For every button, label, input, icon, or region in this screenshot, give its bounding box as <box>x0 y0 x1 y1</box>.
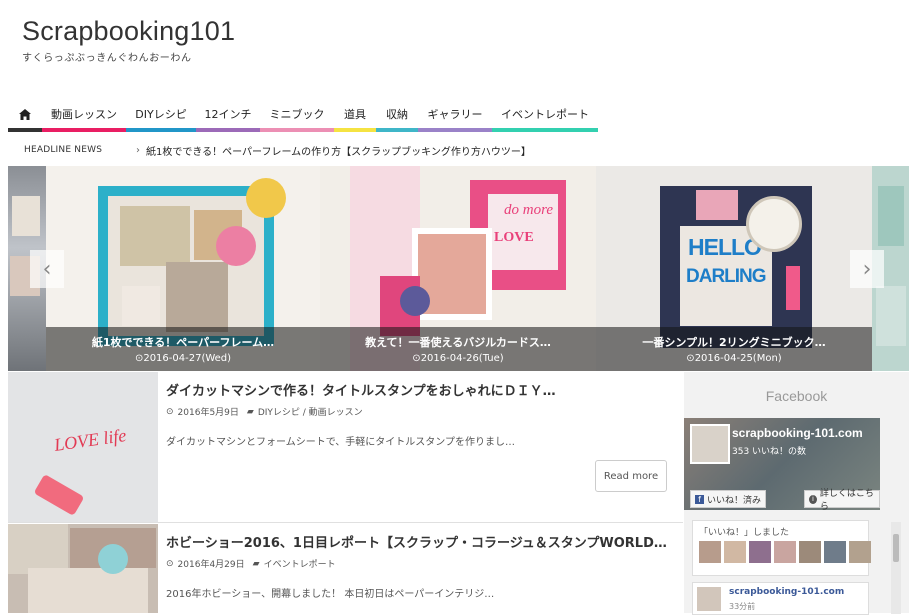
nav-item-home[interactable] <box>8 100 42 132</box>
sidebar-title: Facebook <box>765 388 828 404</box>
facebook-page-avatar[interactable] <box>690 424 730 464</box>
avatar[interactable] <box>749 541 771 563</box>
nav-item-minibook[interactable]: ミニブック <box>260 100 334 132</box>
clock-icon: ⊙ <box>166 406 174 417</box>
post-item: LOVE life ダイカットマシンで作る！タイトルスタンプをおしゃれにＤＩＹ…… <box>8 372 683 523</box>
slide-date: ⊙2016-04-26(Tue) <box>412 353 504 364</box>
slider-next-button[interactable]: › <box>850 250 884 288</box>
post-thumbnail[interactable] <box>8 524 158 613</box>
post-title[interactable]: ホビーショー2016、1日目レポート【スクラップ・コラージュ＆スタンプWORLD… <box>166 532 667 551</box>
clock-icon: ⊙ <box>412 353 421 364</box>
facebook-page-card[interactable]: scrapbooking-101.com 353 いいね！の数 f いいね！済み… <box>684 418 880 510</box>
liked-text: 「いいね！」しました <box>699 528 790 538</box>
clock-icon: ⊙ <box>166 558 174 569</box>
sidebar: Facebook scrapbooking-101.com 353 いいね！の数… <box>684 372 909 615</box>
post-category[interactable]: イベントレポート <box>264 557 336 570</box>
facebook-info-button[interactable]: i 詳しくはこちら <box>804 489 880 510</box>
post-item: ホビーショー2016、1日目レポート【スクラップ・コラージュ＆スタンプWORLD… <box>8 524 683 613</box>
post-excerpt: ダイカットマシンとフォームシートで、手軽にタイトルスタンプを作りまし… <box>166 437 515 448</box>
post-category[interactable]: DIYレシピ / 動画レッスン <box>258 405 363 418</box>
slider-prev-button[interactable]: ‹ <box>30 250 64 288</box>
slide-title[interactable]: 紙1枚でできる！ペーパーフレーム… <box>46 334 320 350</box>
facebook-page-link[interactable]: scrapbooking-101.com <box>729 587 844 597</box>
headline-link[interactable]: 紙1枚でできる！ペーパーフレームの作り方【スクラップブッキング作り方ハウツー】 <box>146 143 531 158</box>
global-nav: 動画レッスン DIYレシピ 12インチ ミニブック 道具 収納 ギャラリー イベ… <box>8 100 598 132</box>
avatar[interactable] <box>724 541 746 563</box>
slide-date: ⊙2016-04-25(Mon) <box>686 353 782 364</box>
avatar[interactable] <box>824 541 846 563</box>
thumb-text: LOVE life <box>52 425 128 455</box>
nav-item-gallery[interactable]: ギャラリー <box>418 100 492 132</box>
avatar[interactable] <box>697 587 721 611</box>
post-time: 33分前 <box>729 602 756 611</box>
slide-caption: 教えて！一番使えるバジルカードス… ⊙2016-04-26(Tue) <box>320 327 596 371</box>
read-more-button[interactable]: Read more <box>595 460 667 492</box>
headline-label: HEADLINE NEWS <box>24 145 103 155</box>
nav-item-video-lessons[interactable]: 動画レッスン <box>42 100 126 132</box>
chevron-right-icon: › <box>862 256 872 282</box>
chevron-right-icon: › <box>136 144 140 156</box>
facebook-like-count: 353 いいね！の数 <box>732 447 807 457</box>
post-excerpt: 2016年ホビーショー、開幕しました！ 本日初日はペーパーインテリジ… <box>166 589 495 600</box>
site-title[interactable]: Scrapbooking101 <box>22 16 235 47</box>
slide-2[interactable]: do more LOVE 教えて！一番使えるバジルカードス… ⊙2016-04-… <box>320 166 596 371</box>
nav-item-diy-recipes[interactable]: DIYレシピ <box>126 100 196 132</box>
slide-title[interactable]: 教えて！一番使えるバジルカードス… <box>320 334 596 350</box>
info-icon: i <box>809 494 817 504</box>
facebook-liked-button[interactable]: f いいね！済み <box>690 490 767 508</box>
facebook-post-preview: scrapbooking-101.com 33分前 <box>692 582 869 615</box>
scrollbar-thumb[interactable] <box>893 534 899 562</box>
facebook-scrollbar[interactable] <box>891 522 901 614</box>
avatar[interactable] <box>699 541 721 563</box>
chevron-left-icon: ‹ <box>42 256 52 282</box>
headline-news-bar: HEADLINE NEWS › 紙1枚でできる！ペーパーフレームの作り方【スクラ… <box>8 138 598 162</box>
site-branding: Scrapbooking101 すくらっぷぶっきんぐわんおーわん <box>22 16 235 64</box>
post-thumbnail[interactable]: LOVE life <box>8 372 158 522</box>
folder-icon: ▰ <box>246 406 254 417</box>
nav-item-tools[interactable]: 道具 <box>334 100 376 132</box>
post-title[interactable]: ダイカットマシンで作る！タイトルスタンプをおしゃれにＤＩＹ… <box>166 380 556 399</box>
post-meta: ⊙ 2016年5月9日 ▰ DIYレシピ / 動画レッスン <box>166 405 363 419</box>
clock-icon: ⊙ <box>686 353 695 364</box>
site-tagline: すくらっぷぶっきんぐわんおーわん <box>22 53 192 64</box>
slide-title[interactable]: 一番シンプル！2リングミニブック… <box>596 334 872 350</box>
nav-item-storage[interactable]: 収納 <box>376 100 418 132</box>
nav-item-event-reports[interactable]: イベントレポート <box>492 100 598 132</box>
slide-3[interactable]: HELLO DARLING 一番シンプル！2リングミニブック… ⊙2016-04… <box>596 166 872 371</box>
home-icon <box>19 108 31 120</box>
facebook-page-name[interactable]: scrapbooking-101.com <box>732 426 863 440</box>
avatar[interactable] <box>799 541 821 563</box>
post-date: 2016年4月29日 <box>177 560 245 570</box>
facebook-likes-box: 「いいね！」しました <box>692 520 871 576</box>
slide-1[interactable]: 紙1枚でできる！ペーパーフレーム… ⊙2016-04-27(Wed) <box>46 166 320 371</box>
folder-icon: ▰ <box>252 558 260 569</box>
slide-date: ⊙2016-04-27(Wed) <box>134 353 232 364</box>
avatar[interactable] <box>849 541 871 563</box>
slide-caption: 一番シンプル！2リングミニブック… ⊙2016-04-25(Mon) <box>596 327 872 371</box>
nav-item-12inch[interactable]: 12インチ <box>196 100 260 132</box>
post-meta: ⊙ 2016年4月29日 ▰ イベントレポート <box>166 557 336 571</box>
slide-caption: 紙1枚でできる！ペーパーフレーム… ⊙2016-04-27(Wed) <box>46 327 320 371</box>
post-date: 2016年5月9日 <box>177 408 239 418</box>
featured-slider: 紙1枚でできる！ペーパーフレーム… ⊙2016-04-27(Wed) do mo… <box>8 166 909 371</box>
facebook-icon: f <box>695 494 704 504</box>
avatar[interactable] <box>774 541 796 563</box>
fan-avatars <box>699 541 871 563</box>
